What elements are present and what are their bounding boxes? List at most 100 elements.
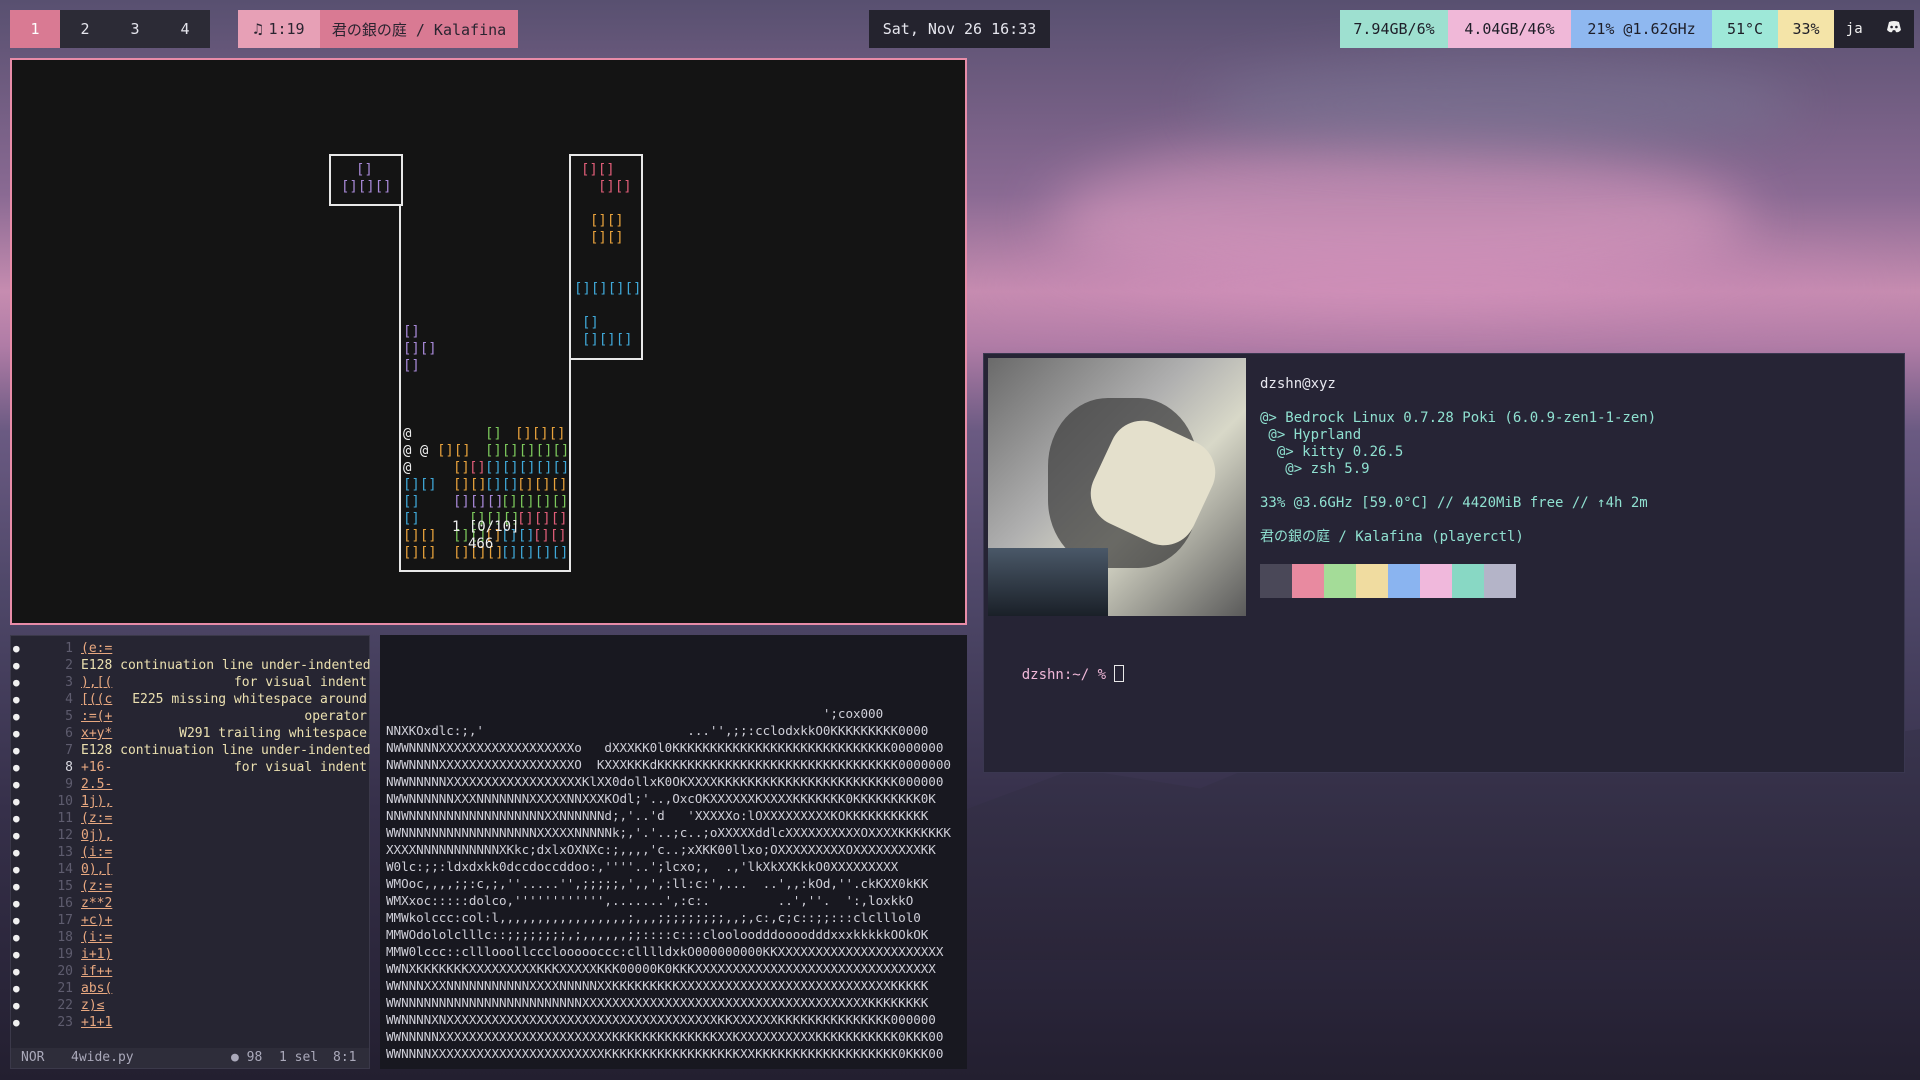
diagnostic-message: W291 trailing whitespace (179, 726, 367, 741)
media-player[interactable]: ♫ 1:19 君の銀の庭 / Kalafina (238, 10, 518, 48)
diagnostic-dot-icon[interactable]: ● (13, 742, 20, 759)
line-number: 16 (57, 896, 73, 911)
code-text: z)≤ (81, 998, 105, 1013)
line-number: 23 (57, 1015, 73, 1030)
line-number: 10 (57, 794, 73, 809)
workspace-switcher: 1 2 3 4 (10, 10, 210, 48)
editor-line[interactable]: ● 18 (i:= (11, 929, 371, 946)
line-number: 8 (65, 760, 73, 775)
diagnostic-message: for visual indent (233, 675, 367, 690)
code-text: +1+1 (81, 1015, 113, 1030)
editor-line[interactable]: ● 7 E128 continuation line under-indented (11, 742, 371, 759)
diagnostic-dot-icon[interactable]: ● (13, 895, 20, 912)
cpu-usage: 21% @1.62GHz (1571, 10, 1712, 48)
editor-line[interactable]: ● 19 i+1) (11, 946, 371, 963)
editor-line[interactable]: ● 5:=(+ operator (11, 708, 371, 725)
diagnostic-dot-icon[interactable]: ● (13, 997, 20, 1014)
disk-usage: 7.94GB/6% (1340, 10, 1448, 48)
editor-line[interactable]: ● 10 1j), (11, 793, 371, 810)
line-number: 19 (57, 947, 73, 962)
playfield: [] [][] [] @ [] [][][] @ @ [][] [][][][]… (399, 206, 571, 572)
diagnostic-dot-icon[interactable]: ● (13, 776, 20, 793)
diagnostic-dot-icon[interactable]: ● (13, 861, 20, 878)
editor-line[interactable]: ● 14 0),[ (11, 861, 371, 878)
discord-icon[interactable] (1886, 20, 1902, 38)
diagnostic-dot-icon[interactable]: ● (13, 759, 20, 776)
editor-line[interactable]: ● 21 abs( (11, 980, 371, 997)
line-number: 7 (65, 743, 73, 758)
score: 466 (468, 536, 494, 552)
workspace-4[interactable]: 4 (160, 10, 210, 48)
media-title: 君の銀の庭 / Kalafina (320, 10, 518, 48)
editor-line[interactable]: ● 23 +1+1 (11, 1014, 371, 1031)
code-text: 2.5- (81, 777, 113, 792)
code-text: (z:= (81, 811, 113, 826)
editor-line[interactable]: ● 4 [((c E225 missing whitespace around (11, 691, 371, 708)
diagnostic-dot-icon[interactable]: ● (13, 793, 20, 810)
palette-swatch (1356, 564, 1388, 598)
diagnostic-dot-icon[interactable]: ● (13, 691, 20, 708)
line-number: 2 (65, 658, 73, 673)
diagnostic-dot-icon[interactable]: ● (13, 725, 20, 742)
line-number: 15 (57, 879, 73, 894)
editor-line[interactable]: ● 12 0j), (11, 827, 371, 844)
workspace-1[interactable]: 1 (10, 10, 60, 48)
diagnostic-dot-icon[interactable]: ● (13, 929, 20, 946)
diagnostic-dot-icon[interactable]: ● (13, 657, 20, 674)
tetris-window[interactable]: [] [][][] [][] [][] [][] [][] [][][][] [… (10, 58, 967, 625)
line-number: 21 (57, 981, 73, 996)
diagnostic-dot-icon[interactable]: ● (13, 640, 20, 657)
palette-swatch (1420, 564, 1452, 598)
diagnostic-dot-icon[interactable]: ● (13, 810, 20, 827)
editor-line[interactable]: ● 1 (e:= (11, 640, 371, 657)
editor-statusbar: NOR 4wide.py ● 98 1 sel 8:1 (11, 1048, 369, 1068)
editor-line[interactable]: ● 22 z)≤ (11, 997, 371, 1014)
diagnostic-dot-icon[interactable]: ● (13, 980, 20, 997)
workspace-2[interactable]: 2 (60, 10, 110, 48)
editor-line[interactable]: ● 2 E128 continuation line under-indented (11, 657, 371, 674)
album-art-image (988, 358, 1246, 616)
code-text: +16- (81, 760, 113, 775)
editor-line[interactable]: ● 16 z**2 (11, 895, 371, 912)
diagnostic-dot-icon[interactable]: ● (13, 912, 20, 929)
diagnostic-dot-icon[interactable]: ● (13, 1014, 20, 1031)
editor-line[interactable]: ● 20 if++ (11, 963, 371, 980)
code-text: ),[( (81, 675, 113, 690)
editor-filename: 4wide.py (71, 1050, 134, 1065)
workspace-3[interactable]: 3 (110, 10, 160, 48)
palette-swatch (1260, 564, 1292, 598)
editor-line[interactable]: ● 9 2.5- (11, 776, 371, 793)
diagnostic-dot-icon[interactable]: ● (13, 674, 20, 691)
fetch-user-host: dzshn@xyz (1260, 376, 1336, 392)
line-number: 17 (57, 913, 73, 928)
diagnostic-dot-icon[interactable]: ● (13, 827, 20, 844)
diagnostic-dot-icon[interactable]: ● (13, 963, 20, 980)
editor-line[interactable]: ● 15 (z:= (11, 878, 371, 895)
palette-swatch (1292, 564, 1324, 598)
code-editor[interactable]: ● 1 (e:= ● 2 E128 continuation line under-ind… (10, 635, 371, 1069)
palette-swatch (1388, 564, 1420, 598)
diagnostic-dot-icon[interactable]: ● (13, 878, 20, 895)
code-text: [((c (81, 692, 113, 707)
editor-line[interactable]: ● 6 x+y* W291 trailing whitespace (11, 725, 371, 742)
editor-line[interactable]: ● 13 (i:= (11, 844, 371, 861)
fetch-terminal[interactable]: dzshn@xyz @> Bedrock Linux 0.7.28 Poki (… (983, 353, 1905, 773)
line-number: 13 (57, 845, 73, 860)
editor-line[interactable]: ● 17 +c)+ (11, 912, 371, 929)
line-number: 18 (57, 930, 73, 945)
fetch-shell: @> zsh 5.9 (1260, 461, 1370, 477)
shell-prompt[interactable]: dzshn:~/ % (988, 648, 1125, 701)
diagnostic-dot-icon[interactable]: ● (13, 708, 20, 725)
battery: 33% (1778, 10, 1834, 48)
editor-line[interactable]: ● 11 (z:= (11, 810, 371, 827)
lines-counter: 1 [0/10] (452, 519, 520, 535)
editor-line[interactable]: ● 3),[(for visual indent (11, 674, 371, 691)
diagnostic-message: E225 missing whitespace around (132, 692, 367, 707)
ascii-art-terminal[interactable]: ';cox000 NNXKOxdlc:;,' ...'',;;:cclodxkk… (380, 635, 967, 1069)
line-number: 12 (57, 828, 73, 843)
editor-line[interactable]: ● 8 +16- for visual indent (11, 759, 371, 776)
diagnostic-message: E128 continuation line under-indented (81, 743, 371, 758)
diagnostic-dot-icon[interactable]: ● (13, 946, 20, 963)
diagnostic-dot-icon[interactable]: ● (13, 844, 20, 861)
keyboard-layout[interactable]: ja (1846, 21, 1863, 37)
